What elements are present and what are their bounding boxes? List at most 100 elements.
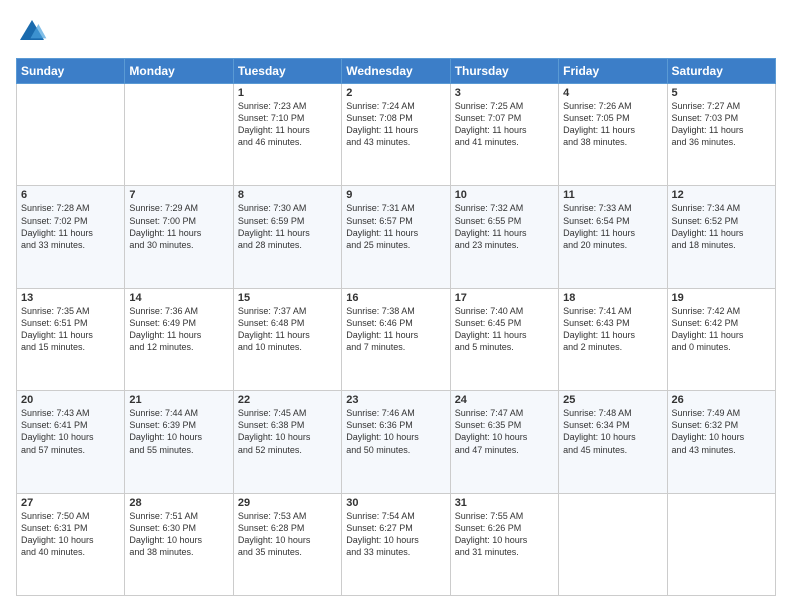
logo-icon [16,16,48,48]
day-number: 29 [238,497,337,509]
calendar-cell: 5Sunrise: 7:27 AM Sunset: 7:03 PM Daylig… [667,84,775,186]
calendar-cell: 23Sunrise: 7:46 AM Sunset: 6:36 PM Dayli… [342,391,450,493]
day-number: 14 [129,292,228,304]
day-number: 2 [346,87,445,99]
day-number: 27 [21,497,120,509]
day-info: Sunrise: 7:31 AM Sunset: 6:57 PM Dayligh… [346,202,445,251]
day-info: Sunrise: 7:46 AM Sunset: 6:36 PM Dayligh… [346,407,445,456]
calendar-cell: 4Sunrise: 7:26 AM Sunset: 7:05 PM Daylig… [559,84,667,186]
day-number: 30 [346,497,445,509]
day-number: 4 [563,87,662,99]
day-number: 19 [672,292,771,304]
day-number: 20 [21,394,120,406]
calendar-cell: 28Sunrise: 7:51 AM Sunset: 6:30 PM Dayli… [125,493,233,595]
calendar-cell: 18Sunrise: 7:41 AM Sunset: 6:43 PM Dayli… [559,288,667,390]
day-info: Sunrise: 7:43 AM Sunset: 6:41 PM Dayligh… [21,407,120,456]
calendar-cell: 26Sunrise: 7:49 AM Sunset: 6:32 PM Dayli… [667,391,775,493]
calendar-cell: 16Sunrise: 7:38 AM Sunset: 6:46 PM Dayli… [342,288,450,390]
header [16,16,776,48]
day-info: Sunrise: 7:37 AM Sunset: 6:48 PM Dayligh… [238,305,337,354]
day-info: Sunrise: 7:47 AM Sunset: 6:35 PM Dayligh… [455,407,554,456]
calendar-cell: 19Sunrise: 7:42 AM Sunset: 6:42 PM Dayli… [667,288,775,390]
day-number: 24 [455,394,554,406]
weekday-header: Saturday [667,59,775,84]
calendar-cell: 31Sunrise: 7:55 AM Sunset: 6:26 PM Dayli… [450,493,558,595]
day-number: 6 [21,189,120,201]
day-number: 25 [563,394,662,406]
calendar-week-row: 6Sunrise: 7:28 AM Sunset: 7:02 PM Daylig… [17,186,776,288]
day-number: 11 [563,189,662,201]
day-info: Sunrise: 7:42 AM Sunset: 6:42 PM Dayligh… [672,305,771,354]
day-info: Sunrise: 7:41 AM Sunset: 6:43 PM Dayligh… [563,305,662,354]
day-info: Sunrise: 7:44 AM Sunset: 6:39 PM Dayligh… [129,407,228,456]
day-info: Sunrise: 7:24 AM Sunset: 7:08 PM Dayligh… [346,100,445,149]
day-number: 23 [346,394,445,406]
page: SundayMondayTuesdayWednesdayThursdayFrid… [0,0,792,612]
day-number: 21 [129,394,228,406]
calendar-cell: 10Sunrise: 7:32 AM Sunset: 6:55 PM Dayli… [450,186,558,288]
calendar-cell: 12Sunrise: 7:34 AM Sunset: 6:52 PM Dayli… [667,186,775,288]
calendar-cell: 22Sunrise: 7:45 AM Sunset: 6:38 PM Dayli… [233,391,341,493]
day-number: 9 [346,189,445,201]
day-number: 8 [238,189,337,201]
day-number: 28 [129,497,228,509]
day-number: 3 [455,87,554,99]
calendar-cell [559,493,667,595]
day-info: Sunrise: 7:26 AM Sunset: 7:05 PM Dayligh… [563,100,662,149]
calendar-cell: 30Sunrise: 7:54 AM Sunset: 6:27 PM Dayli… [342,493,450,595]
calendar-week-row: 20Sunrise: 7:43 AM Sunset: 6:41 PM Dayli… [17,391,776,493]
calendar-cell: 14Sunrise: 7:36 AM Sunset: 6:49 PM Dayli… [125,288,233,390]
day-number: 7 [129,189,228,201]
day-info: Sunrise: 7:40 AM Sunset: 6:45 PM Dayligh… [455,305,554,354]
day-number: 17 [455,292,554,304]
day-info: Sunrise: 7:29 AM Sunset: 7:00 PM Dayligh… [129,202,228,251]
day-number: 26 [672,394,771,406]
day-info: Sunrise: 7:30 AM Sunset: 6:59 PM Dayligh… [238,202,337,251]
day-number: 1 [238,87,337,99]
day-info: Sunrise: 7:50 AM Sunset: 6:31 PM Dayligh… [21,510,120,559]
day-number: 5 [672,87,771,99]
day-number: 16 [346,292,445,304]
calendar-cell: 3Sunrise: 7:25 AM Sunset: 7:07 PM Daylig… [450,84,558,186]
weekday-header: Wednesday [342,59,450,84]
calendar-cell: 11Sunrise: 7:33 AM Sunset: 6:54 PM Dayli… [559,186,667,288]
weekday-header: Thursday [450,59,558,84]
weekday-header: Sunday [17,59,125,84]
day-info: Sunrise: 7:32 AM Sunset: 6:55 PM Dayligh… [455,202,554,251]
day-info: Sunrise: 7:34 AM Sunset: 6:52 PM Dayligh… [672,202,771,251]
day-info: Sunrise: 7:27 AM Sunset: 7:03 PM Dayligh… [672,100,771,149]
calendar-cell [125,84,233,186]
day-number: 31 [455,497,554,509]
calendar-cell: 15Sunrise: 7:37 AM Sunset: 6:48 PM Dayli… [233,288,341,390]
day-number: 10 [455,189,554,201]
calendar-week-row: 13Sunrise: 7:35 AM Sunset: 6:51 PM Dayli… [17,288,776,390]
calendar-cell: 2Sunrise: 7:24 AM Sunset: 7:08 PM Daylig… [342,84,450,186]
day-info: Sunrise: 7:51 AM Sunset: 6:30 PM Dayligh… [129,510,228,559]
day-info: Sunrise: 7:23 AM Sunset: 7:10 PM Dayligh… [238,100,337,149]
day-info: Sunrise: 7:55 AM Sunset: 6:26 PM Dayligh… [455,510,554,559]
calendar-cell: 29Sunrise: 7:53 AM Sunset: 6:28 PM Dayli… [233,493,341,595]
calendar-cell: 9Sunrise: 7:31 AM Sunset: 6:57 PM Daylig… [342,186,450,288]
day-info: Sunrise: 7:53 AM Sunset: 6:28 PM Dayligh… [238,510,337,559]
calendar-cell [667,493,775,595]
calendar-cell: 13Sunrise: 7:35 AM Sunset: 6:51 PM Dayli… [17,288,125,390]
calendar-cell: 21Sunrise: 7:44 AM Sunset: 6:39 PM Dayli… [125,391,233,493]
day-info: Sunrise: 7:45 AM Sunset: 6:38 PM Dayligh… [238,407,337,456]
calendar-table: SundayMondayTuesdayWednesdayThursdayFrid… [16,58,776,596]
day-number: 13 [21,292,120,304]
calendar-cell: 20Sunrise: 7:43 AM Sunset: 6:41 PM Dayli… [17,391,125,493]
day-number: 12 [672,189,771,201]
day-info: Sunrise: 7:38 AM Sunset: 6:46 PM Dayligh… [346,305,445,354]
calendar-cell [17,84,125,186]
day-info: Sunrise: 7:33 AM Sunset: 6:54 PM Dayligh… [563,202,662,251]
day-info: Sunrise: 7:49 AM Sunset: 6:32 PM Dayligh… [672,407,771,456]
weekday-header: Tuesday [233,59,341,84]
day-number: 15 [238,292,337,304]
calendar-cell: 25Sunrise: 7:48 AM Sunset: 6:34 PM Dayli… [559,391,667,493]
day-info: Sunrise: 7:36 AM Sunset: 6:49 PM Dayligh… [129,305,228,354]
day-number: 18 [563,292,662,304]
calendar-header-row: SundayMondayTuesdayWednesdayThursdayFrid… [17,59,776,84]
calendar-week-row: 1Sunrise: 7:23 AM Sunset: 7:10 PM Daylig… [17,84,776,186]
calendar-week-row: 27Sunrise: 7:50 AM Sunset: 6:31 PM Dayli… [17,493,776,595]
weekday-header: Monday [125,59,233,84]
